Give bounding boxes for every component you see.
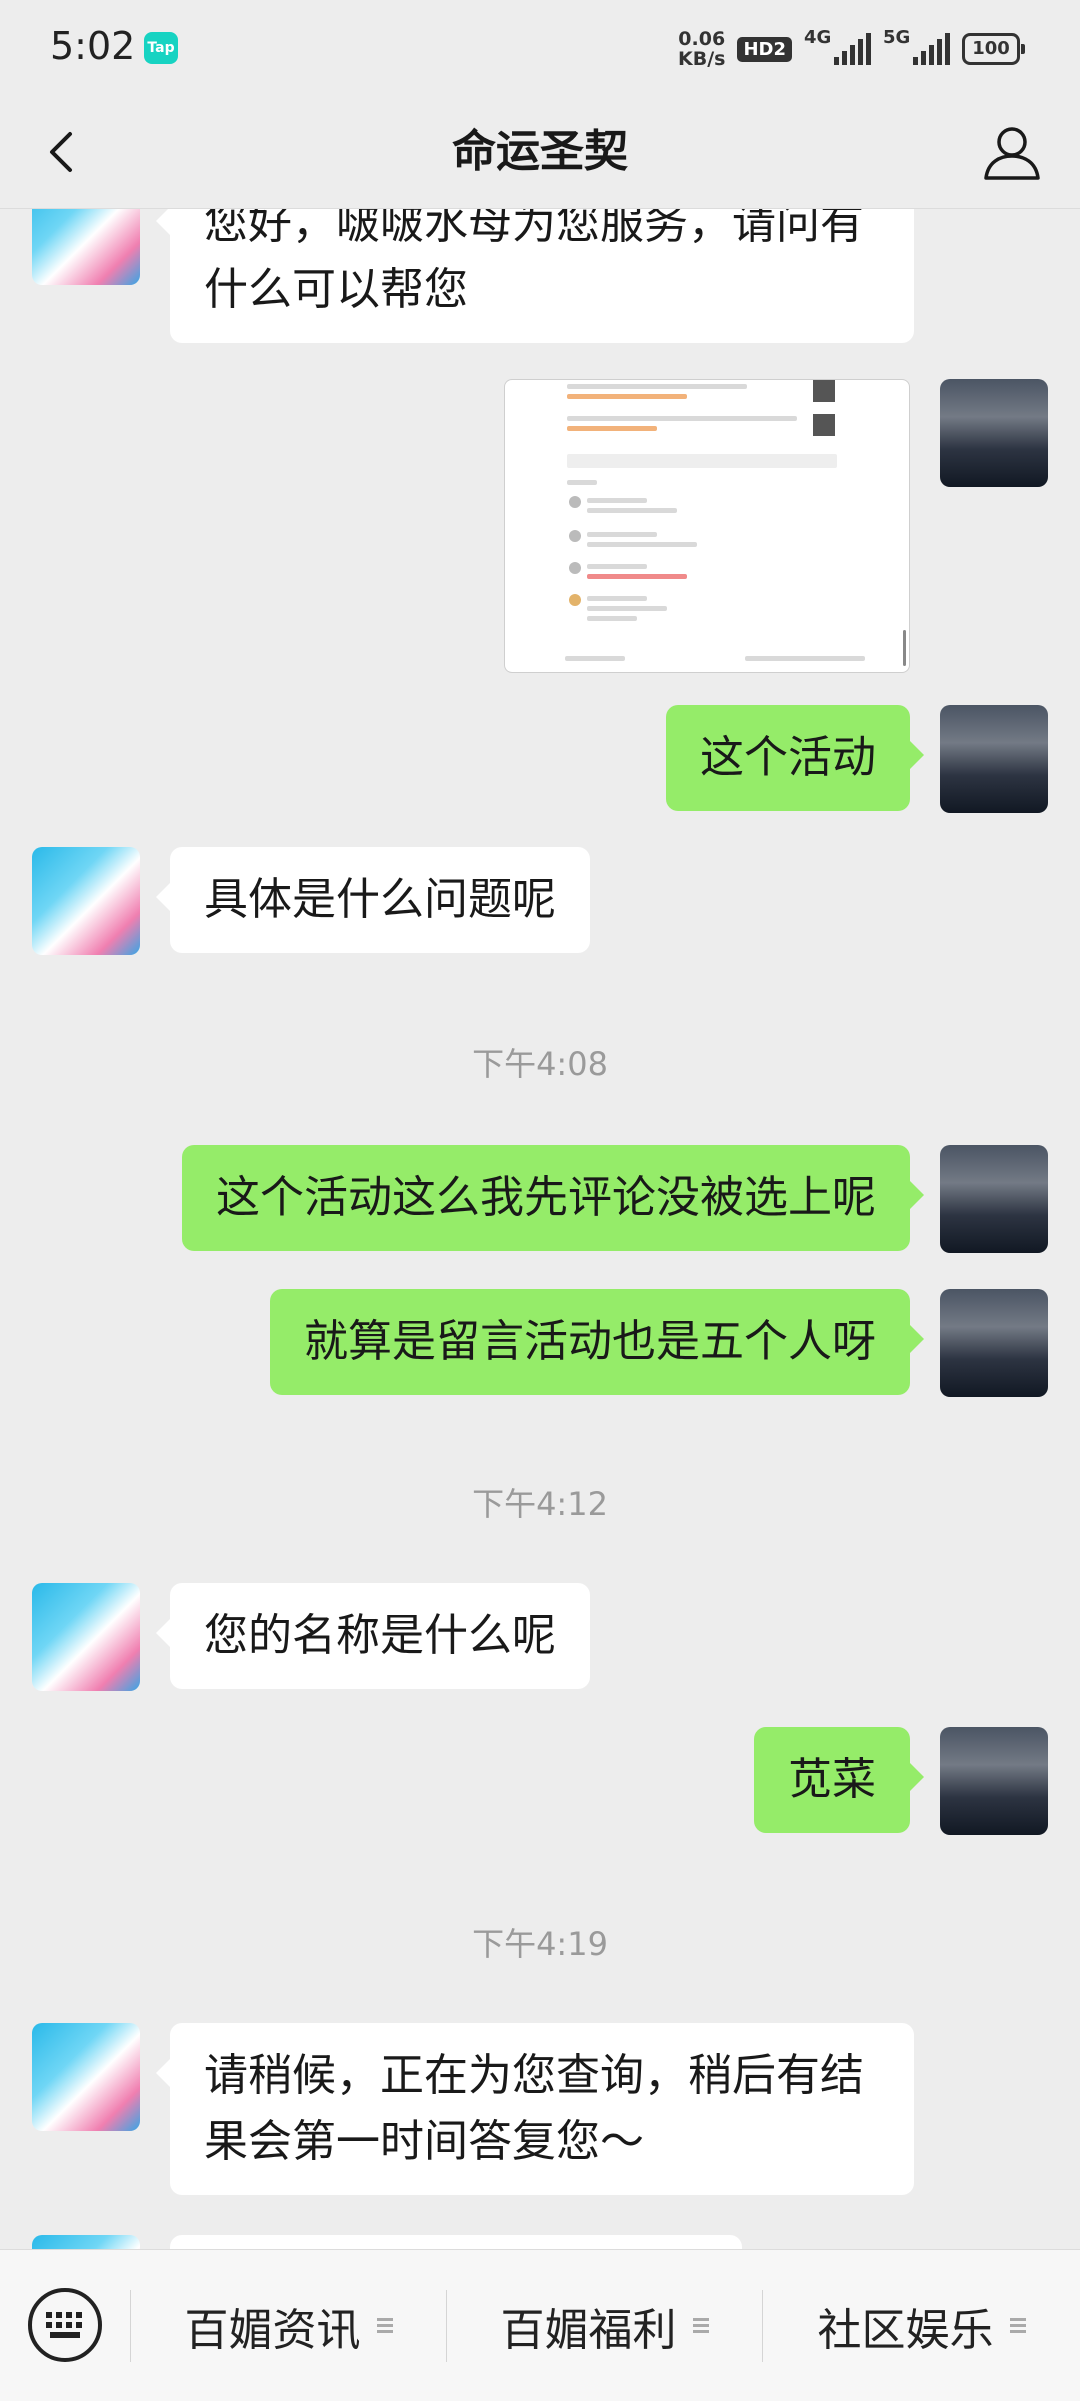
- bottom-menu-bar: 百媚资讯 百媚福利 社区娱乐: [0, 2249, 1080, 2401]
- menu-lines-icon: [692, 2318, 709, 2333]
- outgoing-message-bubble[interactable]: 这个活动: [666, 705, 924, 811]
- incoming-message-bubble[interactable]: [170, 2235, 742, 2249]
- hd-voice-icon: HD2: [737, 36, 792, 62]
- bot-avatar[interactable]: [32, 2235, 140, 2249]
- message-timestamp: 下午4:08: [472, 1045, 608, 1083]
- network-speed: 0.06 KB/s: [678, 29, 725, 69]
- incoming-message-bubble[interactable]: 具体是什么问题呢: [156, 847, 590, 953]
- incoming-message-bubble[interactable]: 您的名称是什么呢: [156, 1583, 590, 1689]
- menu-item-label: 社区娱乐: [817, 2304, 994, 2356]
- incoming-message-bubble[interactable]: 您好，啵啵水母为您服务，请问有什么可以帮您: [156, 209, 914, 343]
- bot-avatar[interactable]: [32, 1583, 140, 1691]
- incoming-message-bubble[interactable]: 请稍候，正在为您查询，稍后有结果会第一时间答复您～: [156, 2023, 914, 2195]
- outgoing-message-bubble[interactable]: 苋菜: [754, 1727, 924, 1833]
- network-speed-value: 0.06: [678, 28, 726, 50]
- status-indicators: 0.06 KB/s HD2 4G 5G 100: [678, 24, 1025, 74]
- signal-4g-icon: 4G: [804, 27, 871, 65]
- message-timestamp: 下午4:12: [472, 1485, 608, 1523]
- menu-item-label: 百媚资讯: [184, 2304, 361, 2356]
- shared-screenshot-image[interactable]: [504, 379, 910, 673]
- taptap-app-icon: Tap: [144, 32, 178, 64]
- bot-avatar[interactable]: [32, 847, 140, 955]
- user-avatar[interactable]: [940, 1289, 1048, 1397]
- bot-avatar[interactable]: [32, 209, 140, 285]
- network-speed-unit: KB/s: [678, 48, 726, 70]
- menu-item-baimei-news[interactable]: 百媚资讯: [131, 2250, 446, 2401]
- menu-item-community-fun[interactable]: 社区娱乐: [763, 2250, 1080, 2401]
- user-avatar[interactable]: [940, 1727, 1048, 1835]
- chat-message-list[interactable]: 您好，啵啵水母为您服务，请问有什么可以帮您 这个活动 具体是什么问题呢 下午4:…: [0, 209, 1080, 2249]
- chat-header: 命运圣契: [0, 96, 1080, 209]
- message-timestamp: 下午4:19: [472, 1925, 608, 1963]
- status-bar: 5:02 Tap 0.06 KB/s HD2 4G 5G 100: [0, 0, 1080, 96]
- signal-5g-icon: 5G: [883, 27, 950, 65]
- menu-lines-icon: [376, 2318, 393, 2333]
- chat-title: 命运圣契: [452, 126, 628, 177]
- person-icon[interactable]: [980, 120, 1044, 184]
- menu-lines-icon: [1009, 2318, 1026, 2333]
- user-avatar[interactable]: [940, 379, 1048, 487]
- outgoing-message-bubble[interactable]: 就算是留言活动也是五个人呀: [270, 1289, 924, 1395]
- menu-item-label: 百媚福利: [500, 2304, 677, 2356]
- keyboard-icon[interactable]: [28, 2288, 102, 2362]
- user-avatar[interactable]: [940, 705, 1048, 813]
- user-avatar[interactable]: [940, 1145, 1048, 1253]
- outgoing-message-bubble[interactable]: 这个活动这么我先评论没被选上呢: [182, 1145, 924, 1251]
- battery-icon: 100: [962, 33, 1025, 65]
- status-time: 5:02: [50, 24, 136, 68]
- bot-avatar[interactable]: [32, 2023, 140, 2131]
- menu-item-baimei-welfare[interactable]: 百媚福利: [447, 2250, 762, 2401]
